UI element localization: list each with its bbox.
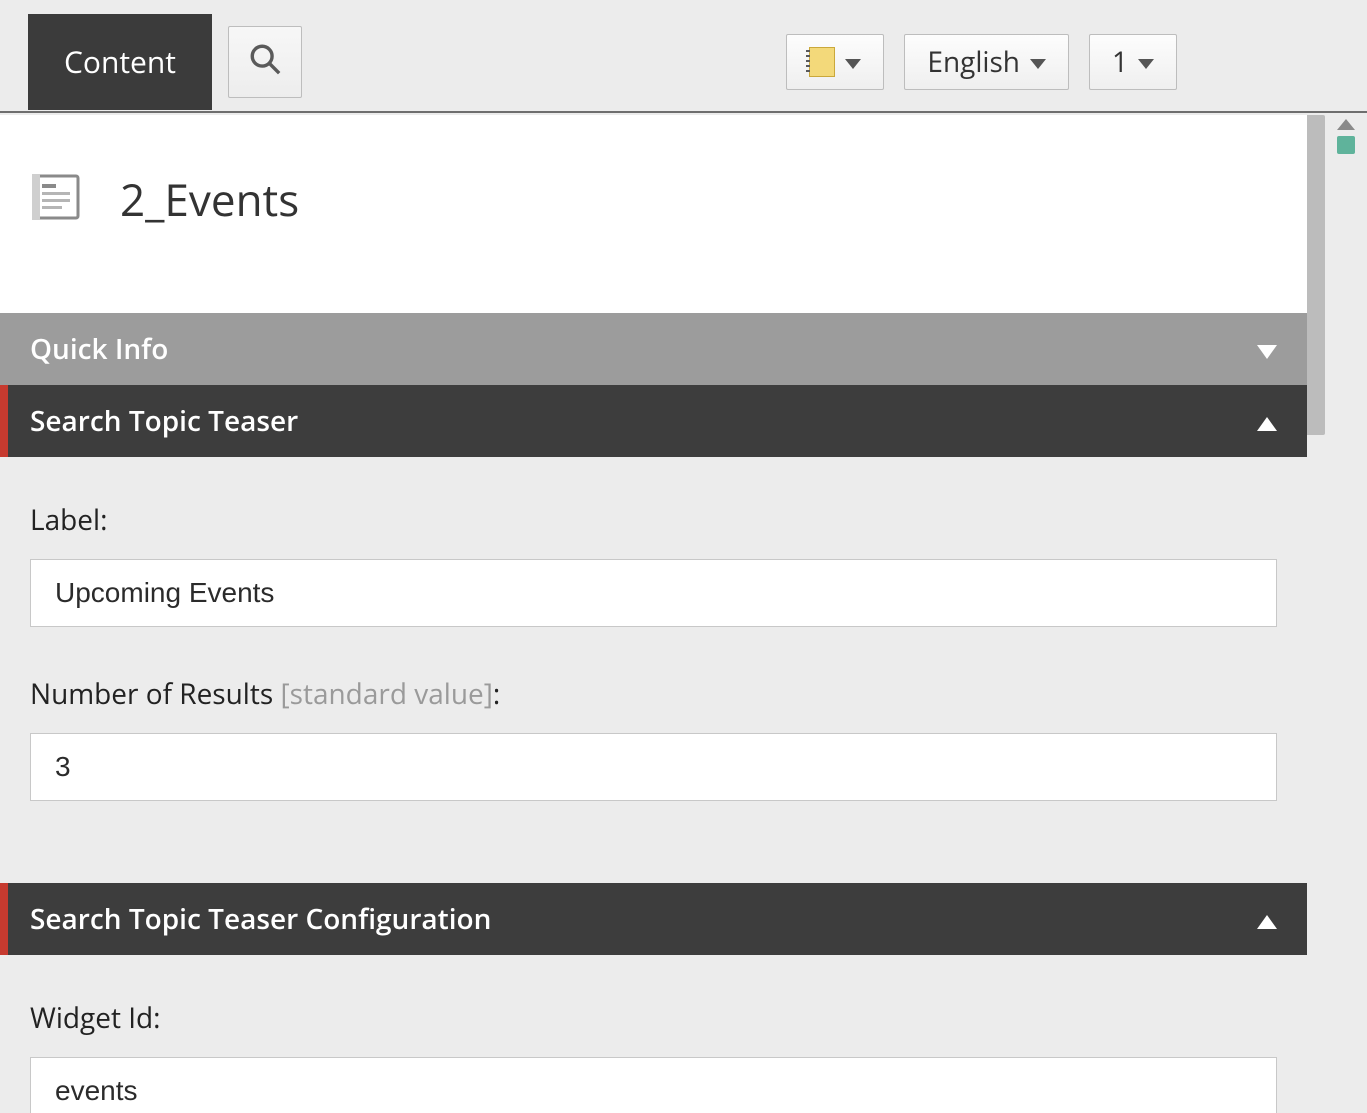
field-number-of-results-caption: Number of Results [standard value]: — [30, 675, 1277, 713]
app-root: Content English 1 — [0, 0, 1367, 1113]
toolbar-right: English 1 — [786, 34, 1339, 90]
collapse-up-icon[interactable] — [1337, 119, 1355, 130]
page-title: 2_Events — [120, 169, 299, 229]
num-results-label-post: : — [493, 675, 500, 713]
chevron-up-icon — [1257, 402, 1277, 440]
field-label-caption: Label: — [30, 501, 1277, 539]
tab-content-label: Content — [64, 41, 176, 82]
section-search-topic-teaser-config-header[interactable]: Search Topic Teaser Configuration — [0, 883, 1307, 955]
field-widget-id: Widget Id: — [30, 999, 1277, 1113]
num-results-hint: [standard value] — [280, 675, 492, 713]
chevron-down-icon — [845, 59, 861, 69]
section-quick-info-header[interactable]: Quick Info — [0, 313, 1307, 385]
num-results-label-pre: Number of Results — [30, 675, 280, 713]
section-search-topic-teaser-header[interactable]: Search Topic Teaser — [0, 385, 1307, 457]
version-dropdown-label: 1 — [1112, 43, 1128, 81]
section-search-topic-teaser-config-title: Search Topic Teaser Configuration — [30, 900, 491, 938]
version-dropdown[interactable]: 1 — [1089, 34, 1177, 90]
field-label: Label: — [30, 501, 1277, 627]
top-toolbar: Content English 1 — [0, 0, 1367, 113]
chevron-up-icon — [1257, 900, 1277, 938]
database-dropdown[interactable] — [786, 34, 884, 90]
section-search-topic-teaser-config-body: Widget Id: — [0, 955, 1307, 1113]
section-search-topic-teaser-title: Search Topic Teaser — [30, 402, 298, 440]
document-icon — [32, 172, 90, 227]
language-dropdown[interactable]: English — [904, 34, 1069, 90]
section-quick-info-title: Quick Info — [30, 330, 168, 368]
number-of-results-input[interactable] — [30, 733, 1277, 801]
content-panel: 2_Events Quick Info Search Topic Teaser … — [0, 115, 1307, 1113]
chevron-down-icon — [1257, 330, 1277, 368]
chevron-down-icon — [1138, 59, 1154, 69]
search-icon — [248, 42, 282, 81]
status-indicator-icon[interactable] — [1337, 136, 1355, 154]
scrollbar-thumb[interactable] — [1305, 115, 1325, 435]
field-widget-id-caption: Widget Id: — [30, 999, 1277, 1037]
label-input[interactable] — [30, 559, 1277, 627]
tab-content[interactable]: Content — [28, 14, 212, 110]
notebook-icon — [809, 47, 835, 77]
chevron-down-icon — [1030, 59, 1046, 69]
field-number-of-results: Number of Results [standard value]: — [30, 675, 1277, 801]
page-title-row: 2_Events — [0, 115, 1307, 313]
panel-mini-controls — [1337, 119, 1355, 154]
search-button[interactable] — [228, 26, 302, 98]
language-dropdown-label: English — [927, 43, 1020, 81]
widget-id-input[interactable] — [30, 1057, 1277, 1113]
section-search-topic-teaser-body: Label: Number of Results [standard value… — [0, 457, 1307, 883]
